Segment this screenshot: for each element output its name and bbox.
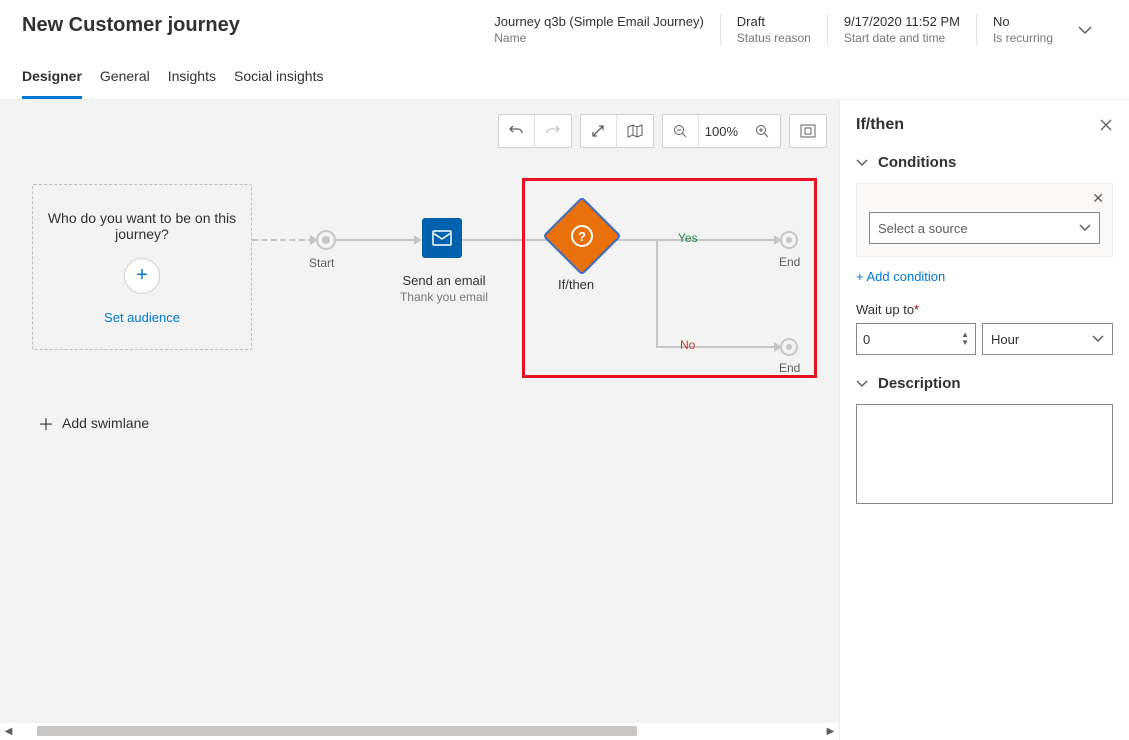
fullscreen-button[interactable] [581,115,617,147]
tab-general[interactable]: General [100,68,150,99]
connector [656,239,658,347]
connector [252,239,314,241]
map-icon [627,124,643,138]
tab-designer[interactable]: Designer [22,68,82,99]
end-node[interactable] [780,231,798,249]
chevron-down-icon [856,157,868,169]
condition-card: ✕ Select a source [856,183,1113,257]
add-swimlane-button[interactable]: ＋ Add swimlane [38,411,149,435]
ifthen-label: If/then [558,277,594,292]
branch-no-label: No [680,338,695,352]
spinner-icon[interactable]: ▲▼ [961,331,969,347]
end-label: End [779,361,800,375]
chevron-down-icon [1092,333,1104,345]
description-textarea[interactable] [856,404,1113,504]
page-header: New Customer journey Journey q3b (Simple… [0,0,1129,58]
scroll-right-button[interactable]: ▶ [822,723,839,740]
properties-panel: If/then Conditions ✕ Select a source + A… [839,100,1129,740]
add-condition-link[interactable]: + Add condition [856,269,1113,284]
expand-icon [591,124,605,138]
email-tile-label: Send an email Thank you email [398,273,490,304]
redo-button[interactable] [535,115,571,147]
connector [462,239,558,241]
meta-date: 9/17/2020 11:52 PM Start date and time [827,14,976,45]
wait-value-input[interactable]: 0 ▲▼ [856,323,976,355]
minimap-button[interactable] [617,115,653,147]
close-panel-button[interactable] [1099,118,1113,132]
designer-canvas-area: 100% [0,100,839,740]
redo-icon [545,123,561,139]
zoom-level: 100% [699,115,744,147]
plus-icon: ＋ [38,411,54,435]
meta-recurring: No Is recurring [976,14,1069,45]
wait-unit-select[interactable]: Hour [982,323,1113,355]
arrow-icon [414,235,422,245]
tab-insights[interactable]: Insights [168,68,216,99]
scroll-thumb[interactable] [37,726,637,736]
record-meta: Journey q3b (Simple Email Journey) Name … [478,14,1069,45]
chevron-down-icon [1079,222,1091,234]
set-audience-link[interactable]: Set audience [104,310,180,325]
undo-icon [508,123,524,139]
description-heading: Description [878,375,961,392]
end-node[interactable] [780,338,798,356]
journey-canvas[interactable]: Who do you want to be on this journey? +… [0,100,839,740]
description-section-toggle[interactable]: Description [856,375,1113,392]
connector [336,239,418,241]
expand-header-button[interactable] [1069,14,1101,46]
chevron-down-icon [856,378,868,390]
email-tile[interactable] [422,218,462,258]
start-node[interactable] [316,230,336,250]
audience-question: Who do you want to be on this journey? [45,210,239,242]
email-icon [432,230,452,246]
conditions-section-toggle[interactable]: Conditions [856,154,1113,171]
add-audience-button[interactable]: + [124,258,160,294]
page-title: New Customer journey [22,14,240,37]
remove-condition-button[interactable]: ✕ [1092,190,1104,207]
audience-placeholder: Who do you want to be on this journey? +… [32,184,252,350]
ifthen-tile[interactable]: ? [554,208,610,264]
connector [656,346,778,348]
branch-yes-label: Yes [678,231,698,245]
tab-bar: Designer General Insights Social insight… [0,58,1129,100]
source-placeholder: Select a source [878,221,968,236]
zoom-in-button[interactable] [744,115,780,147]
meta-status: Draft Status reason [720,14,827,45]
tab-social-insights[interactable]: Social insights [234,68,324,99]
condition-icon: ? [571,225,593,247]
zoom-out-button[interactable] [663,115,699,147]
fit-icon [800,124,816,138]
canvas-toolbar: 100% [498,114,827,148]
chevron-down-icon [1078,23,1092,37]
zoom-out-icon [673,124,687,138]
end-label: End [779,255,800,269]
fit-screen-button[interactable] [790,115,826,147]
scroll-left-button[interactable]: ◀ [0,723,17,740]
conditions-heading: Conditions [878,154,956,171]
start-label: Start [309,256,334,270]
horizontal-scrollbar[interactable]: ◀ ▶ [0,723,839,740]
zoom-in-icon [755,124,769,138]
meta-name: Journey q3b (Simple Email Journey) Name [478,14,720,45]
undo-button[interactable] [499,115,535,147]
panel-title: If/then [856,116,904,134]
close-icon [1099,118,1113,132]
wait-label: Wait up to* [856,302,1113,317]
source-select[interactable]: Select a source [869,212,1100,244]
